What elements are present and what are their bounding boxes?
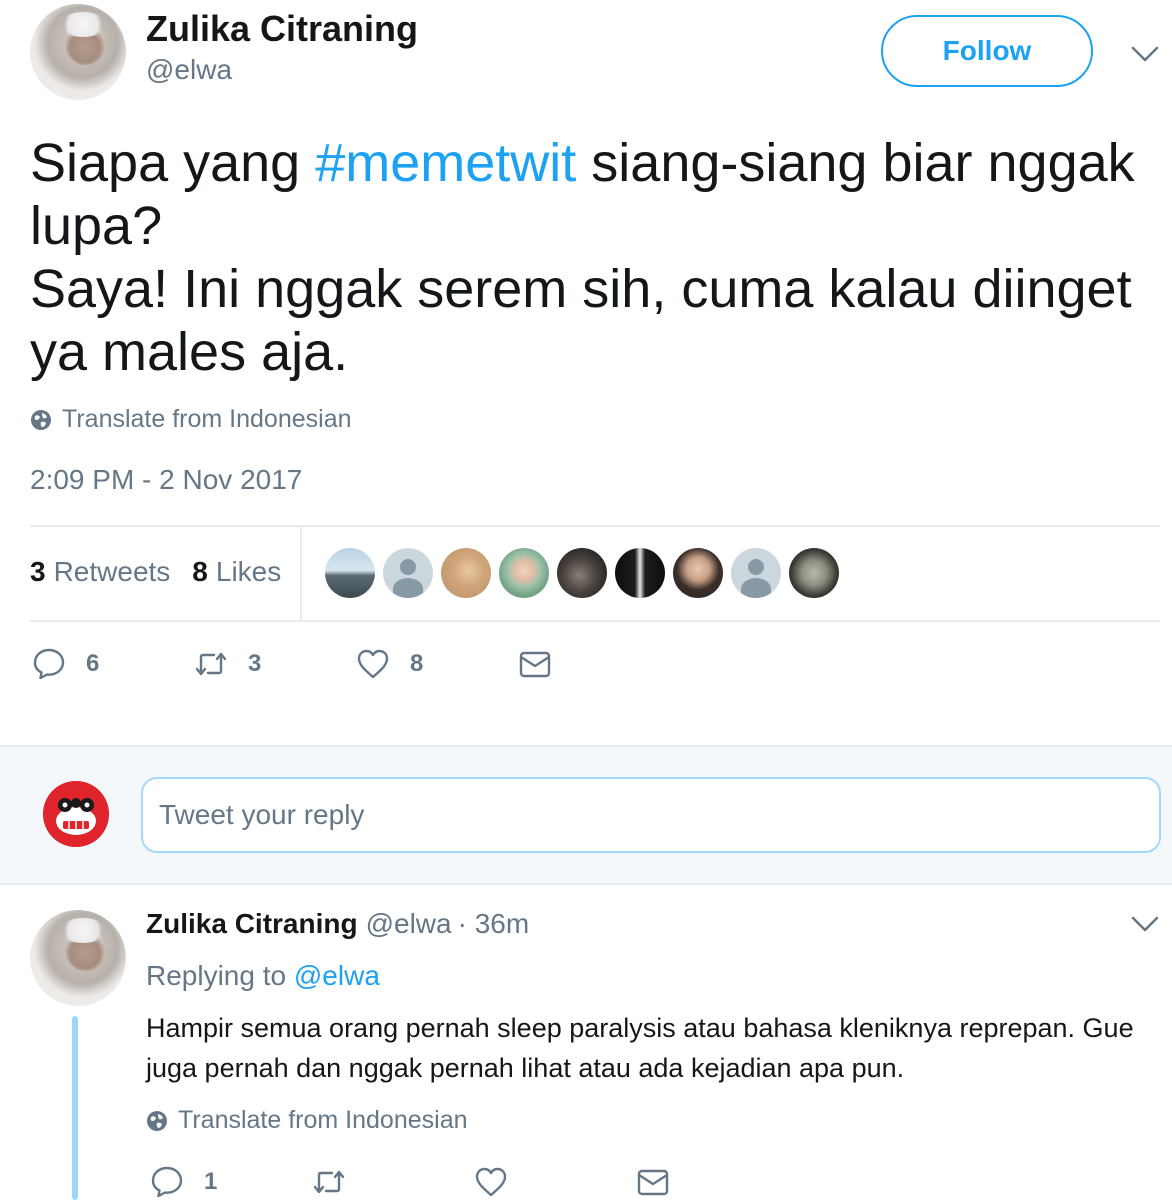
tweet-text-part: Saya! Ini nggak serem sih, cuma kalau di… (30, 259, 1132, 382)
likes-label: Likes (215, 556, 282, 587)
reply-actions: 1 (150, 1165, 690, 1199)
direct-message-button[interactable] (636, 1165, 690, 1199)
globe-icon (31, 409, 51, 430)
divider (30, 525, 1160, 527)
retweets-label: Retweets (53, 556, 171, 587)
retweet-icon (313, 1170, 345, 1194)
reply-author-name[interactable]: Zulika Citraning (146, 908, 358, 940)
replying-to: Replying to @elwa (146, 960, 380, 992)
divider (30, 620, 1160, 622)
tweet-text: Siapa yang #memetwit siang-siang biar ng… (30, 132, 1140, 384)
heart-icon (357, 649, 389, 679)
author-handle[interactable]: @elwa (146, 54, 232, 86)
current-user-avatar (43, 781, 109, 847)
liker-avatar[interactable] (325, 548, 375, 598)
retweets-stat[interactable]: 3 Retweets (30, 556, 170, 588)
liker-avatar[interactable] (789, 548, 839, 598)
tweet-stats: 3 Retweets 8 Likes (30, 556, 281, 588)
liker-avatar[interactable] (383, 548, 433, 598)
reply-count: 6 (86, 650, 100, 677)
author-avatar[interactable] (30, 4, 126, 100)
like-count: 8 (410, 650, 424, 677)
retweet-count: 3 (248, 650, 262, 677)
liker-avatar[interactable] (499, 548, 549, 598)
liker-avatar[interactable] (615, 548, 665, 598)
tweet-text-part: Siapa yang (30, 133, 316, 193)
reply-icon (151, 1166, 183, 1198)
mask-logo-icon (43, 781, 109, 847)
reply-input[interactable]: Tweet your reply (141, 777, 1161, 853)
translate-label: Translate from Indonesian (62, 405, 352, 433)
reply-time[interactable]: · 36m (458, 908, 530, 940)
retweet-button[interactable] (312, 1165, 474, 1199)
retweets-count: 3 (30, 556, 46, 587)
reply-button[interactable]: 6 (32, 647, 194, 681)
likes-count: 8 (192, 556, 208, 587)
retweet-button[interactable]: 3 (194, 647, 356, 681)
reply-icon (33, 648, 65, 680)
author-name[interactable]: Zulika Citraning (146, 8, 418, 50)
liker-avatar[interactable] (731, 548, 781, 598)
liker-avatar[interactable] (673, 548, 723, 598)
liker-avatar[interactable] (441, 548, 491, 598)
envelope-icon (637, 1169, 669, 1196)
reply-header: Zulika Citraning @elwa · 36m (146, 908, 529, 940)
globe-icon (147, 1110, 167, 1131)
direct-message-button[interactable] (518, 647, 572, 681)
reply-count: 1 (204, 1168, 218, 1195)
replying-to-label: Replying to (146, 960, 287, 991)
hashtag-link[interactable]: #memetwit (315, 133, 576, 193)
reply-author-avatar[interactable] (30, 910, 126, 1006)
chevron-down-icon[interactable] (1130, 44, 1160, 64)
follow-button[interactable]: Follow (881, 15, 1093, 87)
tweet-timestamp[interactable]: 2:09 PM - 2 Nov 2017 (30, 464, 302, 496)
like-button[interactable] (474, 1165, 636, 1199)
translate-label: Translate from Indonesian (178, 1106, 468, 1134)
reply-author-handle[interactable]: @elwa (366, 908, 452, 940)
likers-avatars (325, 548, 847, 598)
liker-avatar[interactable] (557, 548, 607, 598)
thread-connector (72, 1016, 78, 1200)
heart-icon (475, 1167, 507, 1197)
tweet-actions: 6 3 8 (32, 647, 572, 681)
translate-link[interactable]: Translate from Indonesian (146, 1106, 468, 1135)
reply-text: Hampir semua orang pernah sleep paralysi… (146, 1013, 1134, 1083)
likes-stat[interactable]: 8 Likes (192, 556, 281, 588)
retweet-icon (195, 652, 227, 676)
envelope-icon (519, 651, 551, 678)
replying-to-handle[interactable]: @elwa (294, 960, 380, 991)
like-button[interactable]: 8 (356, 647, 518, 681)
translate-link[interactable]: Translate from Indonesian (30, 405, 352, 434)
stats-separator (300, 527, 302, 621)
reply-button[interactable]: 1 (150, 1165, 312, 1199)
chevron-down-icon[interactable] (1130, 914, 1160, 934)
